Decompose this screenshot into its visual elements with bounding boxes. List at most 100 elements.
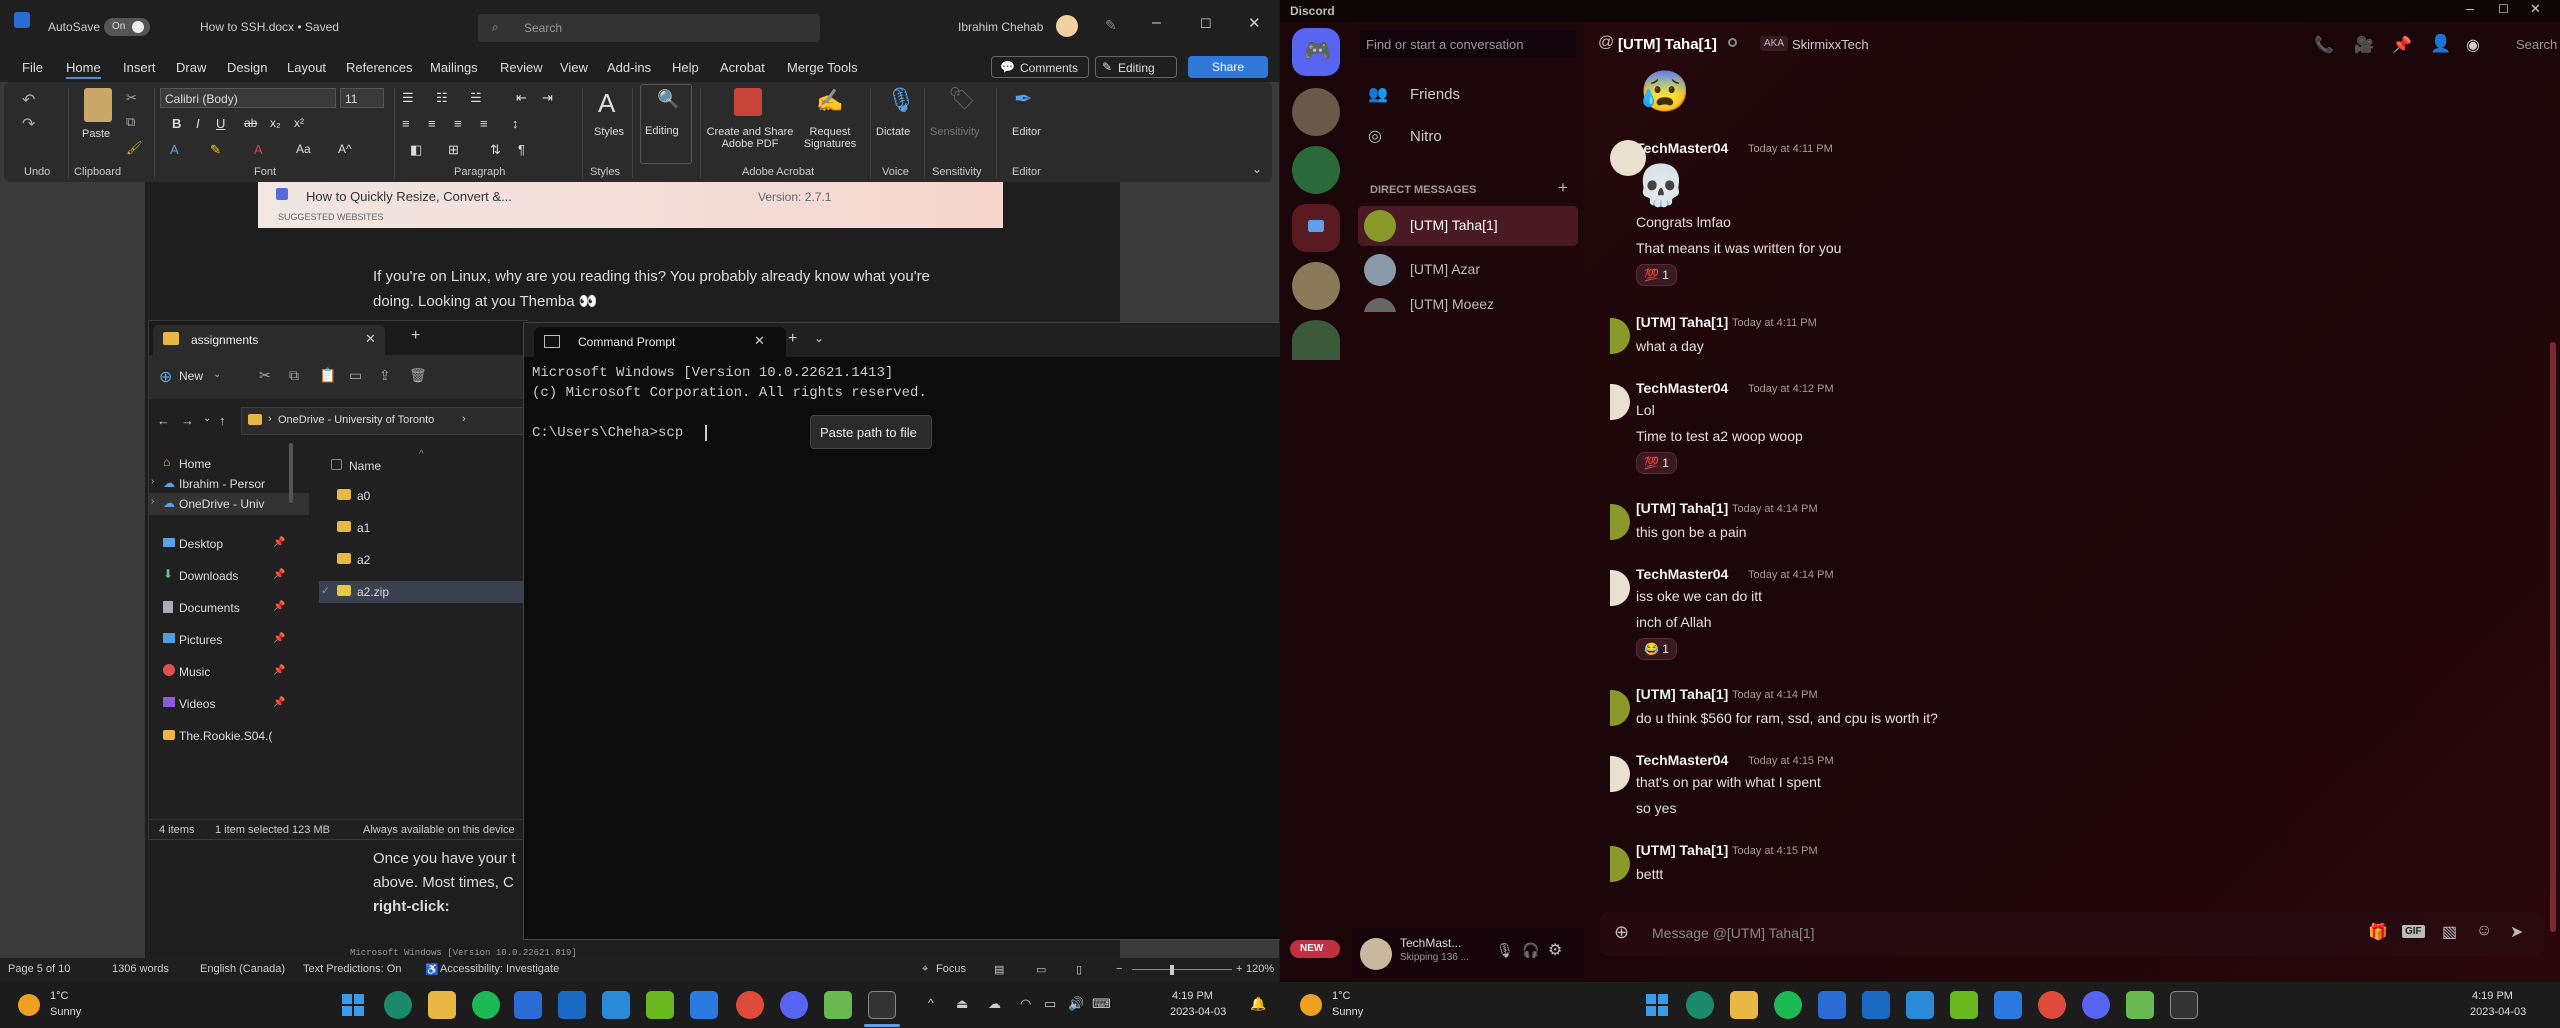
close-icon[interactable]: ✕	[2530, 1, 2541, 17]
redo-icon[interactable]: ↷	[22, 114, 35, 134]
zoom-slider-thumb[interactable]	[1170, 965, 1174, 975]
new-unreads-badge[interactable]: NEW	[1290, 940, 1340, 958]
editor-icon[interactable]: ✒	[1014, 86, 1032, 112]
breadcrumb-onedrive[interactable]: OneDrive - University of Toronto	[278, 414, 434, 426]
user-avatar[interactable]	[1056, 15, 1078, 37]
underline-icon[interactable]: U	[216, 116, 225, 131]
column-header-name[interactable]: Name	[349, 459, 381, 473]
user-avatar[interactable]	[1360, 938, 1392, 970]
notifications-icon[interactable]: 🔔	[1250, 996, 1266, 1012]
spotify-icon[interactable]	[1774, 991, 1802, 1019]
tab-close-icon[interactable]: ✕	[365, 331, 376, 347]
maximize-icon[interactable]: ☐	[1200, 16, 1212, 32]
pycharm-icon[interactable]	[646, 991, 674, 1019]
file-explorer-icon[interactable]	[1730, 991, 1758, 1019]
message-author[interactable]: [UTM] Taha[1]	[1636, 842, 1728, 858]
message-author[interactable]: [UTM] Taha[1]	[1636, 686, 1728, 702]
user-name[interactable]: Ibrahim Chehab	[958, 20, 1043, 34]
add-friends-icon[interactable]: 👤	[2430, 34, 2451, 54]
cmd-prompt-line[interactable]: C:\Users\Cheha>scp	[532, 425, 683, 441]
notepad-icon[interactable]	[824, 991, 852, 1019]
sidebar-item-rookie-folder[interactable]: The.Rookie.S04.(	[149, 725, 309, 747]
tab-design[interactable]: Design	[227, 60, 267, 75]
sidebar-item-personal-onedrive[interactable]: › ☁ Ibrahim - Persor	[149, 473, 309, 495]
pen-icon[interactable]: ✎	[1105, 17, 1117, 34]
close-icon[interactable]: ✕	[1248, 14, 1261, 32]
align-left-icon[interactable]: ≡	[402, 116, 410, 131]
word-search-box[interactable]: ⌕ Search	[478, 14, 820, 42]
explorer-tab[interactable]: assignments ✕	[153, 325, 385, 355]
discord-taskbar-icon[interactable]	[780, 991, 808, 1019]
format-painter-icon[interactable]: 🖌	[126, 140, 143, 156]
server-icon[interactable]	[1292, 88, 1340, 136]
tab-references[interactable]: References	[346, 60, 412, 75]
server-icon[interactable]	[1292, 262, 1340, 310]
delete-icon[interactable]: 🗑	[409, 367, 427, 384]
request-signatures-label[interactable]: Request Signatures	[800, 126, 860, 150]
status-words[interactable]: 1306 words	[112, 963, 169, 975]
gif-icon[interactable]: GIF	[2402, 925, 2425, 938]
sidebar-item-home[interactable]: ⌂ Home	[149, 453, 309, 475]
minimize-icon[interactable]: –	[1152, 14, 1161, 32]
terminal-taskbar-icon[interactable]	[868, 991, 896, 1019]
show-hidden-icons-chevron[interactable]: ^	[928, 996, 934, 1010]
file-row[interactable]: a1	[319, 517, 529, 539]
nitro-nav-item[interactable]: ◎ Nitro	[1358, 116, 1578, 156]
bullets-icon[interactable]: ☰	[402, 90, 414, 106]
new-tab-icon[interactable]: +	[788, 330, 797, 348]
tab-merge-tools[interactable]: Merge Tools	[787, 60, 858, 75]
editing-mode-button[interactable]: ✎ Editing	[1095, 56, 1177, 78]
usb-icon[interactable]: ⏏	[956, 996, 968, 1012]
cut-icon[interactable]: ✂	[259, 367, 271, 384]
dm-item-taha[interactable]: [UTM] Taha[1]	[1358, 206, 1578, 246]
dm-item-azar[interactable]: [UTM] Azar	[1358, 250, 1578, 290]
gift-icon[interactable]: 🎁	[2368, 922, 2388, 942]
zoom-out-icon[interactable]: −	[1116, 963, 1122, 975]
paste-icon[interactable]	[84, 88, 112, 122]
tab-review[interactable]: Review	[500, 60, 543, 75]
server-folder-icon[interactable]	[1292, 204, 1340, 252]
weather-temp[interactable]: 1°C	[1332, 990, 1350, 1002]
mute-icon[interactable]: 🎙	[1496, 942, 1514, 959]
outlook-icon[interactable]	[558, 991, 586, 1019]
chrome-icon[interactable]	[2038, 991, 2066, 1019]
copy-icon[interactable]: ⧉	[126, 114, 135, 130]
read-mode-icon[interactable]: ▤	[994, 963, 1004, 976]
tab-close-icon[interactable]: ✕	[754, 333, 765, 349]
file-explorer-icon[interactable]	[428, 991, 456, 1019]
sort-icon[interactable]: ⇅	[490, 142, 501, 158]
clock-time[interactable]: 4:19 PM	[2472, 990, 2513, 1002]
sidebar-item-downloads[interactable]: ⬇ Downloads 📌	[149, 565, 309, 587]
editing-button[interactable]: 🔍 Editing	[640, 84, 692, 164]
status-language[interactable]: English (Canada)	[200, 963, 285, 975]
discord-taskbar-icon[interactable]	[2082, 991, 2110, 1019]
message-author[interactable]: TechMaster04	[1636, 566, 1728, 582]
print-layout-icon[interactable]: ▭	[1036, 963, 1046, 976]
outlook-icon[interactable]	[1862, 991, 1890, 1019]
sidebar-item-desktop[interactable]: Desktop 📌	[149, 533, 309, 555]
dropdown-chevron-icon[interactable]: ⌄	[814, 331, 824, 345]
sidebar-item-onedrive-univ[interactable]: › ☁ OneDrive - Univ	[149, 493, 309, 515]
settings-gear-icon[interactable]: ⚙	[1548, 940, 1562, 960]
weather-desc[interactable]: Sunny	[50, 1006, 81, 1018]
file-row[interactable]: a2	[319, 549, 529, 571]
zoom-in-icon[interactable]: +	[1236, 963, 1242, 975]
forward-icon[interactable]: →	[181, 413, 194, 428]
grow-font-icon[interactable]: A^	[338, 142, 352, 156]
pinned-messages-icon[interactable]: 📌	[2392, 35, 2412, 55]
tab-acrobat[interactable]: Acrobat	[720, 60, 765, 75]
server-icon[interactable]	[1292, 320, 1340, 360]
numbering-icon[interactable]: ☷	[436, 90, 448, 106]
rename-icon[interactable]: ▭	[349, 367, 362, 384]
pycharm-icon[interactable]	[1950, 991, 1978, 1019]
status-accessibility[interactable]: Accessibility: Investigate	[440, 963, 559, 975]
collapse-ribbon-icon[interactable]: ⌄	[1252, 162, 1262, 176]
vscode-icon[interactable]	[602, 991, 630, 1019]
message-author[interactable]: [UTM] Taha[1]	[1636, 314, 1728, 330]
spotify-icon[interactable]	[472, 991, 500, 1019]
status-zoom[interactable]: 120%	[1246, 963, 1274, 975]
recent-chevron-icon[interactable]: ⌄	[203, 413, 211, 424]
language-icon[interactable]: ⌨	[1092, 996, 1111, 1012]
attach-plus-icon[interactable]: ⊕	[1614, 922, 1629, 943]
styles-icon[interactable]: A	[598, 88, 615, 119]
